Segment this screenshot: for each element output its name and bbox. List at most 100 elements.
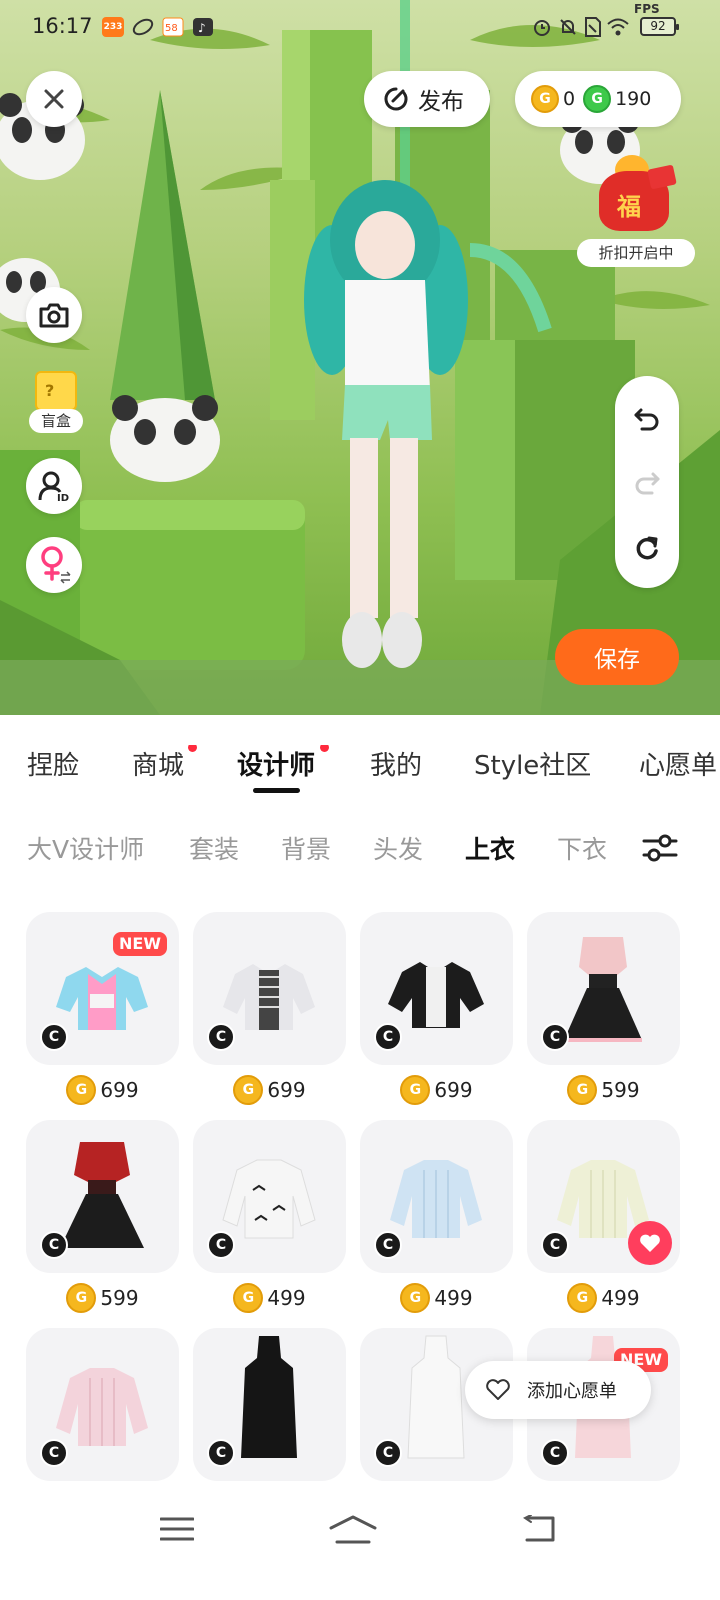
item-thumbnail[interactable]: C bbox=[193, 1120, 346, 1273]
publish-label: 发布 bbox=[418, 89, 464, 115]
item-thumbnail[interactable]: C bbox=[26, 1328, 179, 1481]
app-notification-icon: 233 bbox=[102, 17, 124, 37]
publish-button[interactable]: 发布 bbox=[364, 71, 490, 127]
item-card[interactable]: C G 499 bbox=[527, 1120, 680, 1313]
gold-coin-icon: G bbox=[400, 1075, 431, 1105]
subtab-hair[interactable]: 头发 bbox=[373, 830, 423, 866]
item-price: G 499 bbox=[527, 1280, 680, 1316]
currency-balance[interactable]: G 0 G 190 bbox=[515, 71, 681, 127]
svg-text:ID: ID bbox=[57, 493, 69, 502]
back-button[interactable] bbox=[508, 1509, 568, 1549]
tab-face[interactable]: 捏脸 bbox=[27, 745, 79, 782]
home-button[interactable] bbox=[323, 1509, 383, 1549]
item-thumbnail[interactable]: C bbox=[193, 1328, 346, 1481]
camera-button[interactable] bbox=[26, 287, 82, 343]
filter-sliders-icon bbox=[642, 834, 678, 862]
item-thumbnail[interactable]: C bbox=[527, 912, 680, 1065]
subtab-background[interactable]: 背景 bbox=[281, 830, 331, 866]
subtab-tops[interactable]: 上衣 bbox=[465, 830, 515, 866]
discount-promo[interactable]: 折扣开启中 bbox=[577, 155, 695, 267]
item-thumbnail[interactable]: C bbox=[360, 912, 513, 1065]
gold-coin-icon: G bbox=[567, 1283, 598, 1313]
menu-button[interactable] bbox=[147, 1509, 207, 1549]
avatar-figure bbox=[304, 180, 468, 668]
mystery-box-button[interactable]: 盲盒 bbox=[29, 371, 83, 433]
avatar-id-button[interactable]: ID bbox=[26, 458, 82, 514]
item-card[interactable]: C bbox=[193, 1328, 346, 1481]
creator-badge-icon: C bbox=[374, 1231, 402, 1259]
undo-button[interactable] bbox=[629, 402, 665, 438]
reset-button[interactable] bbox=[629, 530, 665, 566]
reset-icon bbox=[636, 536, 658, 560]
item-thumbnail[interactable]: C bbox=[527, 1120, 680, 1273]
item-price: G 599 bbox=[26, 1280, 179, 1316]
subtab-bottoms[interactable]: 下衣 bbox=[557, 830, 607, 866]
system-nav-bar bbox=[0, 1495, 720, 1600]
fps-indicator: FPS bbox=[634, 2, 660, 16]
subtab-big-v-designer[interactable]: 大V设计师 bbox=[27, 830, 144, 866]
item-price: G 699 bbox=[193, 1072, 346, 1108]
tab-wishlist[interactable]: 心愿单 bbox=[639, 745, 717, 782]
item-card[interactable]: C G 599 bbox=[26, 1120, 179, 1313]
item-card[interactable]: C G 699 bbox=[193, 912, 346, 1105]
add-to-wishlist-popup[interactable]: 添加心愿单 bbox=[465, 1361, 651, 1419]
item-card[interactable]: C G 699 bbox=[360, 912, 513, 1105]
item-price-value: 599 bbox=[100, 1286, 139, 1310]
tab-mine[interactable]: 我的 bbox=[370, 745, 422, 782]
publish-icon bbox=[384, 87, 408, 111]
wishlist-heart-button[interactable] bbox=[628, 1221, 672, 1265]
creator-badge-icon: C bbox=[40, 1231, 68, 1259]
user-id-icon: ID bbox=[38, 471, 69, 502]
item-price-value: 499 bbox=[434, 1286, 473, 1310]
green-coin-icon: G bbox=[583, 85, 612, 113]
filter-button[interactable] bbox=[642, 832, 678, 864]
close-button[interactable] bbox=[26, 71, 82, 127]
close-icon bbox=[44, 89, 64, 109]
item-card[interactable]: C G 499 bbox=[360, 1120, 513, 1313]
save-button[interactable]: 保存 bbox=[555, 629, 679, 685]
subtab-outfit[interactable]: 套装 bbox=[189, 830, 239, 866]
avatar-scene[interactable]: 16:17 233 58 ♪ FPS 92 发布 G 0 G 190 福 折扣开… bbox=[0, 0, 720, 715]
item-price: G 599 bbox=[527, 1072, 680, 1108]
tab-style-community[interactable]: Style社区 bbox=[474, 745, 591, 782]
camera-icon bbox=[39, 303, 69, 328]
creator-badge-icon: C bbox=[374, 1023, 402, 1051]
item-card[interactable]: C G 599 bbox=[527, 912, 680, 1105]
gold-coin-icon: G bbox=[233, 1075, 264, 1105]
gold-coin-icon: G bbox=[66, 1283, 97, 1313]
creator-badge-icon: C bbox=[374, 1439, 402, 1467]
creator-badge-icon: C bbox=[40, 1023, 68, 1051]
battery-icon: 92 bbox=[640, 17, 679, 36]
item-card[interactable]: C NEW G 699 bbox=[26, 912, 179, 1105]
tab-shop-badge bbox=[188, 745, 197, 752]
green-coin-balance: 190 bbox=[615, 88, 652, 110]
new-badge: NEW bbox=[113, 932, 167, 956]
item-thumbnail[interactable]: C bbox=[360, 1120, 513, 1273]
creator-badge-icon: C bbox=[541, 1023, 569, 1051]
item-thumbnail[interactable]: C bbox=[193, 912, 346, 1065]
tab-designer-badge bbox=[320, 745, 329, 752]
creator-badge-icon: C bbox=[541, 1439, 569, 1467]
leaf-notification-icon bbox=[132, 17, 154, 37]
heart-filled-icon bbox=[640, 1234, 660, 1252]
mystery-box-icon bbox=[35, 371, 77, 411]
female-icon bbox=[41, 546, 71, 584]
item-thumbnail[interactable]: C bbox=[26, 1120, 179, 1273]
item-price-value: 699 bbox=[100, 1078, 139, 1102]
item-price: G 499 bbox=[193, 1280, 346, 1316]
sim-icon bbox=[584, 17, 602, 41]
red-envelope-icon bbox=[647, 164, 677, 190]
item-card[interactable]: C bbox=[26, 1328, 179, 1481]
redo-button[interactable] bbox=[629, 466, 665, 502]
item-price: G 699 bbox=[360, 1072, 513, 1108]
svg-text:58: 58 bbox=[165, 23, 178, 34]
gold-coin-icon: G bbox=[233, 1283, 264, 1313]
item-price-value: 699 bbox=[434, 1078, 473, 1102]
tab-designer[interactable]: 设计师 bbox=[237, 745, 315, 782]
item-card[interactable]: C G 499 bbox=[193, 1120, 346, 1313]
mystery-box-label: 盲盒 bbox=[29, 409, 83, 433]
item-thumbnail[interactable]: C NEW bbox=[26, 912, 179, 1065]
gender-switch-button[interactable] bbox=[26, 537, 82, 593]
mute-bell-icon bbox=[558, 17, 578, 41]
tab-shop[interactable]: 商城 bbox=[132, 745, 184, 782]
